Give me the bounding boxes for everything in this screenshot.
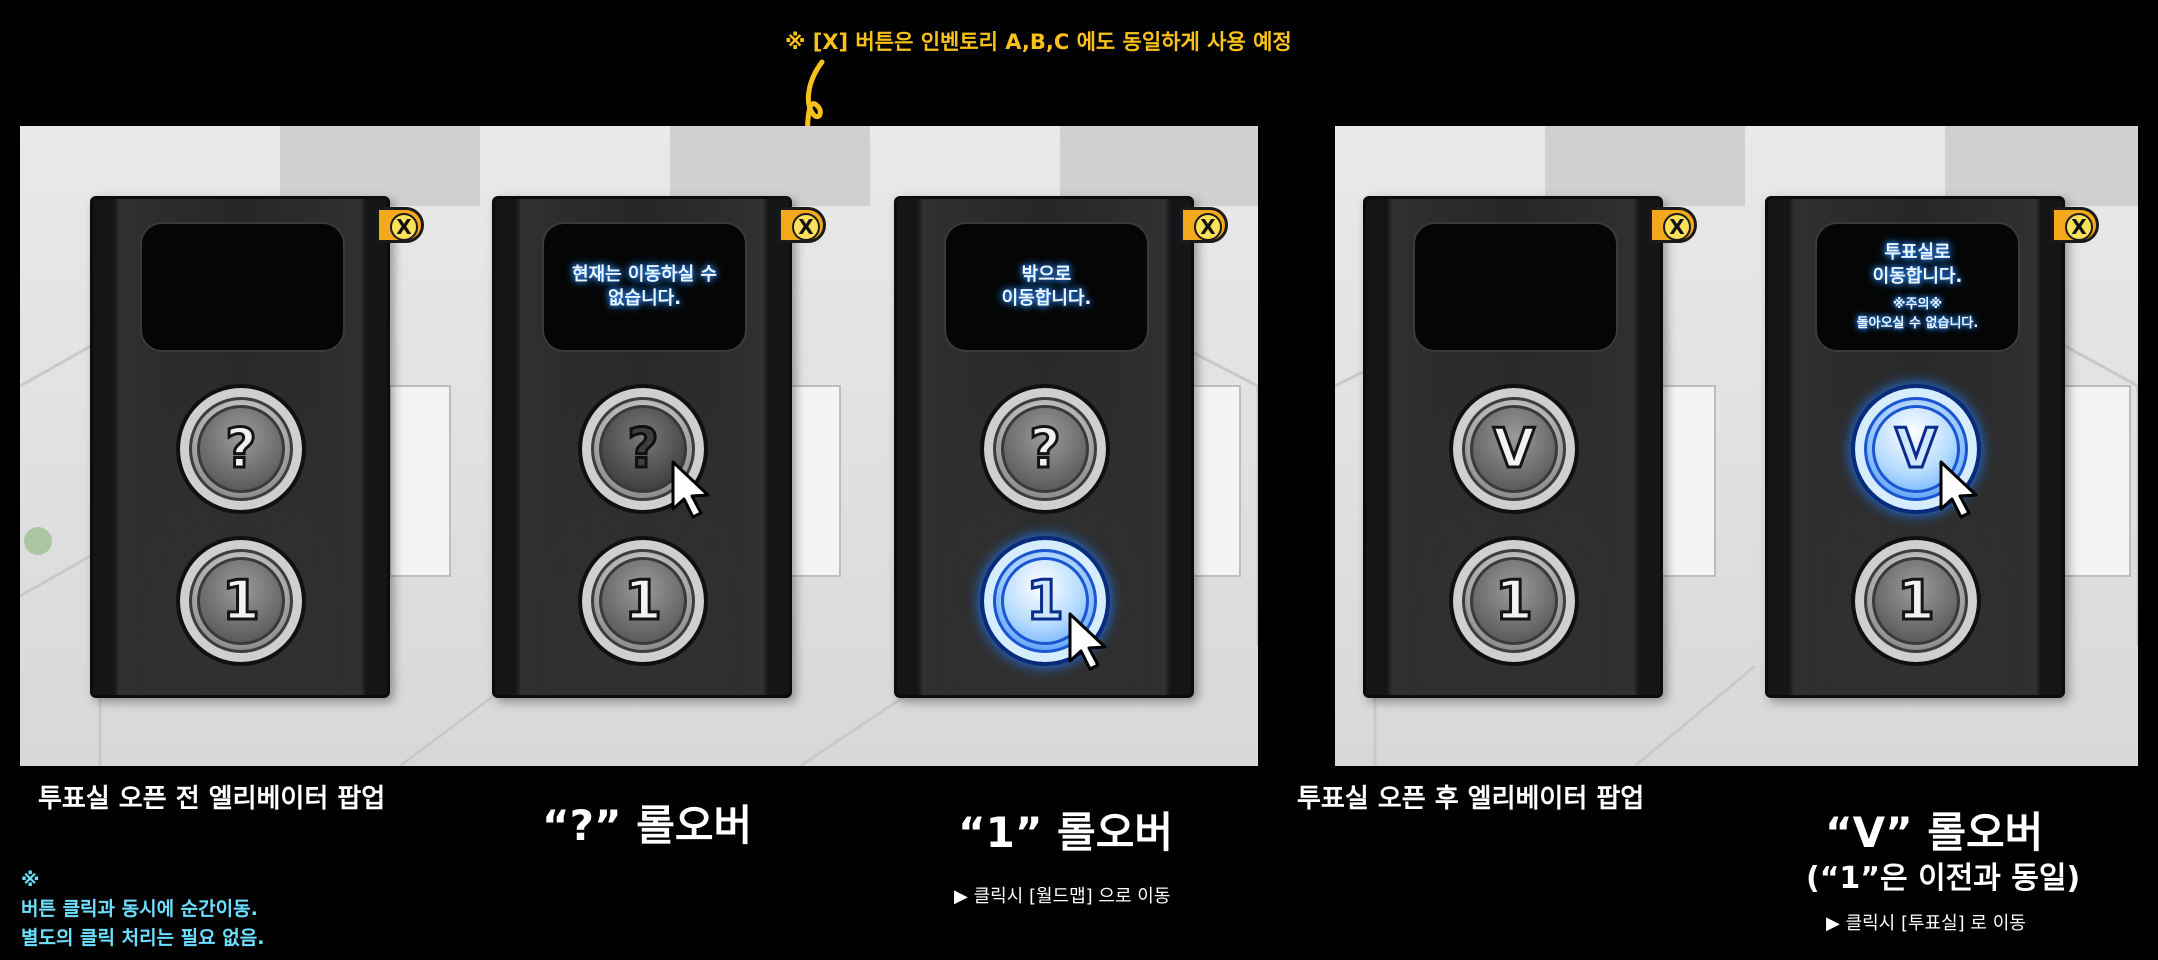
vote-v-button[interactable]: V (1449, 384, 1579, 514)
question-glyph: ? (1028, 417, 1062, 480)
floor-1-glyph: 1 (623, 569, 664, 632)
screen-warning: ※주의※ 돌아오실 수 없습니다. (1856, 297, 1979, 331)
elevator-popup-one-rollover: X 밖으로 이동합니다. ? 1 (894, 196, 1228, 698)
question-glyph: ? (626, 417, 660, 480)
question-button[interactable]: ? (176, 384, 306, 514)
caption-v-click-note: ▶ 클릭시 [투표실] 로 이동 (1826, 913, 2026, 934)
close-icon: X (1194, 213, 1222, 241)
elevator-screen: 현재는 이동하실 수 없습니다. (542, 222, 747, 352)
floor-1-button[interactable]: 1 (1449, 536, 1579, 666)
question-button[interactable]: ? (980, 384, 1110, 514)
floor-1-button[interactable]: 1 (578, 536, 708, 666)
close-icon: X (2065, 213, 2093, 241)
close-button[interactable]: X (376, 207, 424, 243)
screen-text: 밖으로 이동합니다. (1001, 264, 1092, 309)
elevator-screen (140, 222, 345, 352)
floor-1-glyph: 1 (1896, 569, 1937, 632)
mouse-cursor-icon (1068, 612, 1107, 671)
elevator-screen: 투표실로 이동합니다. ※주의※ 돌아오실 수 없습니다. (1815, 222, 2020, 352)
panel-before-open: X ? 1 X 현재는 이동하실 수 없습니다. ? 1 X 밖으로 이동합니다… (20, 126, 1258, 766)
floor-1-button[interactable]: 1 (176, 536, 306, 666)
mouse-cursor-icon (1939, 460, 1978, 519)
top-annotation: ※ [X] 버튼은 인벤토리 A,B,C 에도 동일하게 사용 예정 (785, 30, 1292, 54)
screen-text: 현재는 이동하실 수 없습니다. (571, 264, 717, 309)
floor-1-glyph: 1 (1494, 569, 1535, 632)
close-button[interactable]: X (1649, 207, 1697, 243)
caption-v-rollover: “V” 롤오버 (1825, 808, 2044, 857)
close-icon: X (390, 213, 418, 241)
screen-text: 투표실로 이동합니다. (1872, 242, 1963, 287)
caption-after-open: 투표실 오픈 후 엘리베이터 팝업 (1297, 784, 1645, 814)
note-mark: ※ (21, 869, 40, 891)
elevator-popup-after-default: X V 1 (1363, 196, 1697, 698)
v-glyph: V (1492, 417, 1537, 480)
floor-1-glyph: 1 (1025, 569, 1066, 632)
floor-1-button[interactable]: 1 (1851, 536, 1981, 666)
elevator-popup-before-default: X ? 1 (90, 196, 424, 698)
question-glyph: ? (224, 417, 258, 480)
elevator-popup-v-rollover: X 투표실로 이동합니다. ※주의※ 돌아오실 수 없습니다. V 1 (1765, 196, 2099, 698)
caption-one-rollover: “1” 롤오버 (958, 808, 1173, 857)
elevator-screen: 밖으로 이동합니다. (944, 222, 1149, 352)
mouse-cursor-icon (671, 460, 710, 519)
close-button[interactable]: X (2051, 207, 2099, 243)
caption-before-open: 투표실 오픈 전 엘리베이터 팝업 (38, 784, 386, 814)
close-button[interactable]: X (1180, 207, 1228, 243)
close-icon: X (792, 213, 820, 241)
bottom-annotation: ※ 버튼 클릭과 동시에 순간이동. 별도의 클릭 처리는 필요 없음. (21, 866, 264, 953)
note-line-2: 별도의 클릭 처리는 필요 없음. (21, 927, 265, 949)
elevator-popup-question-rollover: X 현재는 이동하실 수 없습니다. ? 1 (492, 196, 826, 698)
floor-1-glyph: 1 (221, 569, 262, 632)
caption-question-rollover: “?” 롤오버 (542, 801, 753, 850)
caption-v-rollover-sub: (“1”은 이전과 동일) (1806, 861, 2081, 896)
close-icon: X (1663, 213, 1691, 241)
caption-one-click-note: ▶ 클릭시 [월드맵] 으로 이동 (954, 886, 1171, 907)
note-line-1: 버튼 클릭과 동시에 순간이동. (21, 898, 258, 920)
close-button[interactable]: X (778, 207, 826, 243)
v-glyph: V (1894, 417, 1939, 480)
panel-after-open: X V 1 X 투표실로 이동합니다. ※주의※ 돌아오실 수 없습니다. V … (1335, 126, 2138, 766)
elevator-screen (1413, 222, 1618, 352)
